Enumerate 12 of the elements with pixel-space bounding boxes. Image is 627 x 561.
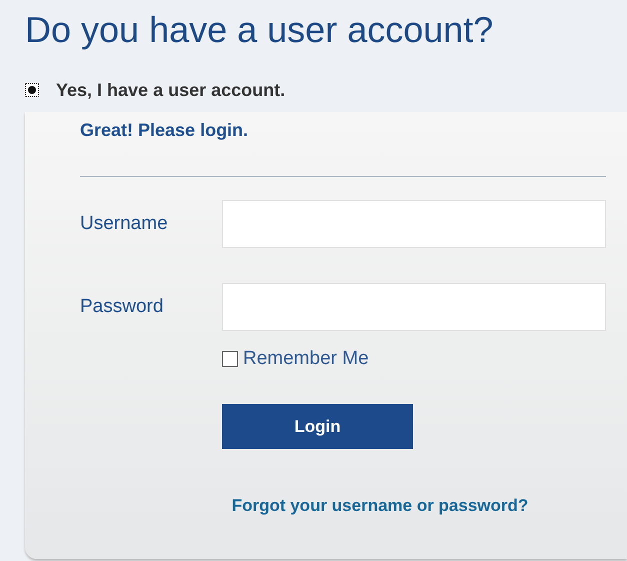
radio-button[interactable] [25,83,39,97]
login-button[interactable]: Login [222,404,413,449]
remember-label: Remember Me [243,348,369,370]
username-field[interactable] [222,200,606,248]
remember-checkbox[interactable] [222,351,238,367]
option-label: Yes, I have a user account. [56,80,286,100]
forgot-link[interactable]: Forgot your username or password? [180,496,580,516]
panel-title: Great! Please login. [80,120,250,142]
field-label: Password [80,296,164,318]
password-field[interactable] [222,283,606,331]
page-heading: Do you have a user account? [25,8,494,52]
field-label: Username [80,213,169,235]
